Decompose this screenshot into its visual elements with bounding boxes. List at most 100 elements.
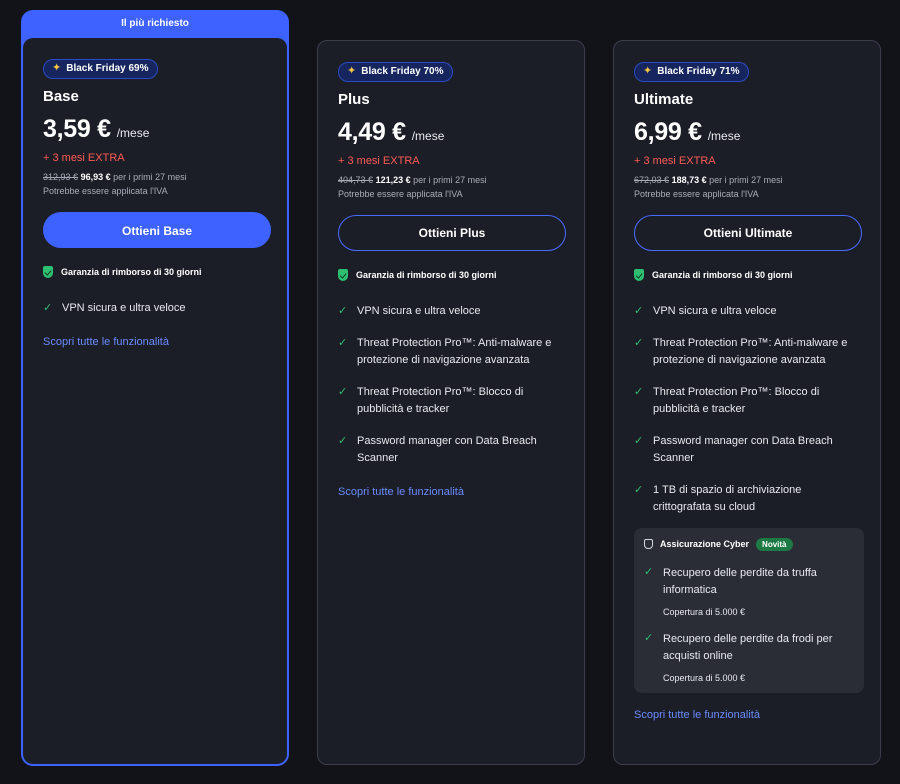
plan-card-ultimate: ✦ Black Friday 71% Ultimate 6,99 € /mese… [613,40,881,765]
plan-card-base: Il più richiesto ✦ Black Friday 69% Base… [21,10,289,766]
price-period: /mese [411,128,445,143]
old-price: 312,93 € [43,171,79,182]
feature-list: ✓ VPN sicura e ultra veloce [43,300,269,317]
feature-text: VPN sicura e ultra veloce [62,301,186,314]
check-icon: ✓ [338,304,348,317]
sparkle-icon: ✦ [643,65,653,77]
discount-badge-label: Black Friday 71% [657,66,740,77]
plan-name: Base [43,87,79,105]
plan-name: Plus [338,90,370,108]
check-icon: ✓ [634,483,644,496]
feature-text: Threat Protection Pro™: Anti-malware e p… [653,336,848,366]
discover-features-link[interactable]: Scopri tutte le funzionalità [338,486,464,498]
check-icon: ✓ [338,336,348,349]
new-badge: Novità [756,537,793,551]
feature-list: ✓ VPN sicura e ultra veloce ✓ Threat Pro… [634,303,862,516]
feature-item: ✓ VPN sicura e ultra veloce [338,303,566,320]
discount-badge: ✦ Black Friday 70% [338,61,454,82]
price-details: 312,93 € 96,93 € per i primi 27 mesi Pot… [43,170,269,198]
feature-item: ✓ Password manager con Data Breach Scann… [634,433,862,467]
most-popular-label: Il più richiesto [121,18,189,29]
discover-features-link[interactable]: Scopri tutte le funzionalità [43,336,169,348]
total-price: 121,23 € [375,174,411,185]
feature-item: ✓ Threat Protection Pro™: Anti-malware e… [338,335,566,369]
check-icon: ✓ [338,434,348,447]
price-period: /mese [707,128,741,143]
feature-text: VPN sicura e ultra veloce [357,304,481,317]
old-price: 672,03 € [634,174,670,185]
discount-badge-label: Black Friday 70% [361,66,444,77]
feature-item: ✓ Threat Protection Pro™: Blocco di pubb… [634,384,862,418]
guarantee-label: Garanzia di rimborso di 30 giorni [356,269,497,280]
price: 6,99 € [634,117,702,146]
check-icon: ✓ [634,304,644,317]
vat-note: Potrebbe essere applicata l'IVA [43,185,168,196]
feature-item: ✓ Threat Protection Pro™: Blocco di pubb… [338,384,566,418]
plan-name: Ultimate [634,90,694,108]
money-back-guarantee: Garanzia di rimborso di 30 giorni [43,265,269,278]
feature-text: Password manager con Data Breach Scanner [357,434,537,464]
feature-item: ✓ VPN sicura e ultra veloce [634,303,862,320]
feature-item: ✓ VPN sicura e ultra veloce [43,300,269,317]
feature-text: VPN sicura e ultra veloce [653,304,777,317]
cyber-item: ✓ Recupero delle perdite da frodi per ac… [644,631,854,683]
discount-badge-label: Black Friday 69% [66,63,149,74]
extra-months: + 3 mesi EXTRA [338,154,420,167]
shield-check-icon [338,268,348,281]
feature-text: 1 TB di spazio di archiviazione crittogr… [653,483,802,513]
shield-check-icon [43,265,53,278]
price: 4,49 € [338,117,406,146]
total-price: 188,73 € [671,174,707,185]
feature-item: ✓ 1 TB di spazio di archiviazione critto… [634,482,862,516]
cyber-insurance-header: Assicurazione Cyber Novità [644,537,854,551]
price-period: /mese [116,125,150,140]
price-row: 3,59 € /mese [43,115,269,144]
get-ultimate-button[interactable]: Ottieni Ultimate [634,214,862,251]
price-details: 672,03 € 188,73 € per i primi 27 mesi Po… [634,173,862,201]
feature-item: ✓ Password manager con Data Breach Scann… [338,433,566,467]
feature-text: Threat Protection Pro™: Anti-malware e p… [357,336,552,366]
guarantee-label: Garanzia di rimborso di 30 giorni [652,269,793,280]
vat-note: Potrebbe essere applicata l'IVA [634,188,759,199]
price-row: 4,49 € /mese [338,118,566,147]
check-icon: ✓ [634,385,644,398]
vat-note: Potrebbe essere applicata l'IVA [338,188,463,199]
shield-check-icon [634,268,644,281]
plan-card-plus: ✦ Black Friday 70% Plus 4,49 € /mese + 3… [317,40,585,765]
discover-features-link[interactable]: Scopri tutte le funzionalità [634,709,760,721]
price-note: per i primi 27 mesi [413,174,487,185]
cyber-item-text: Recupero delle perdite da frodi per acqu… [663,632,833,662]
price-row: 6,99 € /mese [634,118,862,147]
sparkle-icon: ✦ [52,62,62,74]
shield-lock-icon [644,539,653,549]
cyber-insurance-box: Assicurazione Cyber Novità ✓ Recupero de… [634,527,864,693]
total-price: 96,93 € [80,171,111,182]
guarantee-label: Garanzia di rimborso di 30 giorni [61,266,202,277]
check-icon: ✓ [634,336,644,349]
sparkle-icon: ✦ [347,65,357,77]
cyber-item-coverage: Copertura di 5.000 € [663,672,746,683]
check-icon: ✓ [644,565,654,578]
check-icon: ✓ [634,434,644,447]
feature-text: Threat Protection Pro™: Blocco di pubbli… [653,385,820,415]
discount-badge: ✦ Black Friday 71% [634,61,750,82]
extra-months: + 3 mesi EXTRA [43,151,125,164]
price-note: per i primi 27 mesi [709,174,783,185]
price-details: 404,73 € 121,23 € per i primi 27 mesi Po… [338,173,566,201]
plan-card-body: ✦ Black Friday 69% Base 3,59 € /mese + 3… [23,38,287,764]
feature-text: Password manager con Data Breach Scanner [653,434,833,464]
cyber-item: ✓ Recupero delle perdite da truffa infor… [644,565,854,617]
price-note: per i primi 27 mesi [113,171,187,182]
cyber-item-text: Recupero delle perdite da truffa informa… [663,566,817,596]
get-base-button[interactable]: Ottieni Base [43,211,271,248]
check-icon: ✓ [644,631,654,644]
check-icon: ✓ [43,301,53,314]
discount-badge: ✦ Black Friday 69% [43,58,159,79]
feature-text: Threat Protection Pro™: Blocco di pubbli… [357,385,524,415]
money-back-guarantee: Garanzia di rimborso di 30 giorni [338,268,566,281]
old-price: 404,73 € [338,174,374,185]
feature-list: ✓ VPN sicura e ultra veloce ✓ Threat Pro… [338,303,566,467]
get-plus-button[interactable]: Ottieni Plus [338,214,566,251]
cyber-item-coverage: Copertura di 5.000 € [663,606,746,617]
price: 3,59 € [43,114,111,143]
